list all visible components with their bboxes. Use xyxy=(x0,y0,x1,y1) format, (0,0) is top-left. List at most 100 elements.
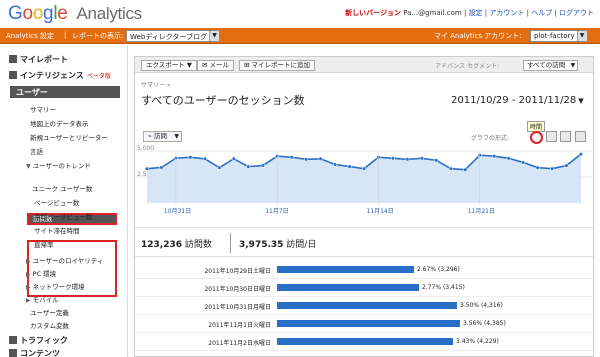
sidebar-intelligence[interactable]: インテリジェンス ベータ版 xyxy=(9,70,111,81)
data-point xyxy=(217,165,222,170)
google-analytics-logo[interactable]: Google Analytics xyxy=(8,3,142,25)
sidebar-item-mobile[interactable]: ▶ モバイル xyxy=(26,294,59,304)
row-bar xyxy=(277,302,457,309)
data-point xyxy=(492,154,497,159)
sidebar-item-browser-capabilities[interactable]: ▶ PC 環境 xyxy=(26,268,56,278)
data-point xyxy=(564,163,569,168)
sidebar-item-user-defined[interactable]: ユーザー定義 xyxy=(30,307,69,317)
chevron-down-icon: ▼ xyxy=(578,97,584,105)
header: Google Analytics 新しいバージョン Pa...@gmail.co… xyxy=(0,0,600,28)
add-to-dashboard-button[interactable]: ⊞ マイレポートに追加 xyxy=(239,60,316,71)
pie-view-icon[interactable] xyxy=(574,131,586,142)
help-link[interactable]: ヘルプ xyxy=(531,9,552,17)
logout-link[interactable]: ログアウト xyxy=(559,9,594,17)
x-tick-label: 10月31日 xyxy=(164,208,191,215)
email-button[interactable]: ✉ メール xyxy=(197,60,235,71)
row-value: 2.67% (3,296) xyxy=(417,266,460,273)
table-row[interactable]: 2011年11月1日火曜日 3.56% (4,385) xyxy=(135,315,593,333)
settings-link[interactable]: 設定 xyxy=(469,9,483,17)
triangle-right-icon: ▶ xyxy=(26,271,31,278)
sidebar-item-visitor-trending[interactable]: ▼ ユーザーのトレンド xyxy=(26,160,91,170)
data-point xyxy=(318,156,323,161)
data-point xyxy=(506,156,511,161)
x-tick-label: 11月7日 xyxy=(265,208,288,215)
logo-product: Analytics xyxy=(76,4,143,23)
data-point xyxy=(550,166,555,171)
segment-label: アドバンス セグメント: xyxy=(435,63,500,70)
row-value: 3.56% (4,385) xyxy=(463,320,506,327)
sidebar-item-bounce-rate[interactable]: 直帰率 xyxy=(34,239,54,249)
sidebar-item-new-vs-returning[interactable]: 新規ユーザーとリピーター xyxy=(30,132,108,142)
data-point xyxy=(188,155,193,160)
data-point xyxy=(405,157,410,162)
data-point xyxy=(361,166,367,171)
content-icon xyxy=(9,349,17,357)
data-point xyxy=(448,166,453,171)
table-row[interactable]: 2011年10月31日月曜日 3.50% (4,316) xyxy=(135,297,593,315)
sidebar-content[interactable]: コンテンツ xyxy=(9,348,60,357)
sidebar-item-summary[interactable]: サマリー xyxy=(30,104,56,114)
table-row[interactable]: 2011年10月30日日曜日 2.77% (3,415) xyxy=(135,279,593,297)
date-range-picker[interactable]: 2011/10/29 - 2011/11/28 ▼ xyxy=(451,95,584,106)
main-panel: エクスポート ▼ ✉ メール ⊞ マイレポートに追加 アドバンス セグメント: … xyxy=(134,56,594,357)
chevron-down-icon: ▼ xyxy=(209,31,220,41)
breadcrumb[interactable]: サマリー » xyxy=(141,80,171,89)
table-row[interactable]: 2011年10月29日土曜日 2.67% (3,296) xyxy=(135,261,593,279)
sidebar-item-network[interactable]: ▶ ネットワーク環境 xyxy=(26,281,85,291)
stats-summary: 123,236 訪問数 3,975.35 訪問/日 xyxy=(135,227,593,257)
table-view-icon[interactable] xyxy=(546,131,558,142)
top-links: 新しいバージョン Pa...@gmail.com | 設定 | アカウント | … xyxy=(345,9,594,17)
data-point xyxy=(390,156,395,161)
clock-icon[interactable] xyxy=(530,131,543,144)
series-area xyxy=(147,154,581,203)
sidebar-item-pageviews[interactable]: ページビュー数 xyxy=(34,197,79,207)
triangle-right-icon: ▶ xyxy=(26,258,31,265)
chevron-down-icon: ▼ xyxy=(174,133,179,140)
data-point xyxy=(347,164,352,169)
sidebar-users[interactable]: ユーザー xyxy=(10,86,120,98)
data-point xyxy=(231,156,236,161)
stats-divider xyxy=(230,233,231,253)
chevron-down-icon: ▼ xyxy=(570,62,576,69)
sidebar-traffic[interactable]: トラフィック xyxy=(9,335,68,346)
data-point xyxy=(333,162,338,167)
sidebar-item-languages[interactable]: 言語 xyxy=(30,146,43,156)
row-value: 2.77% (3,415) xyxy=(422,284,465,291)
list-view-icon[interactable] xyxy=(560,131,572,142)
new-version-link[interactable]: 新しいバージョン xyxy=(345,9,401,17)
chevron-down-icon: ▼ xyxy=(576,31,587,41)
account-select[interactable]: plot-factory ▼ xyxy=(530,30,588,42)
data-point xyxy=(246,164,251,169)
row-value: 3.50% (4,316) xyxy=(460,302,503,309)
toolbar: エクスポート ▼ ✉ メール ⊞ マイレポートに追加 アドバンス セグメント: … xyxy=(135,57,593,73)
sidebar-item-time-on-site[interactable]: サイト滞在時間 xyxy=(34,225,80,235)
analytics-settings-link[interactable]: Analytics 設定 xyxy=(6,31,54,41)
export-button[interactable]: エクスポート ▼ xyxy=(141,60,197,71)
mail-icon: ✉ xyxy=(202,61,208,69)
graph-format-label: グラフの形式: xyxy=(471,135,510,142)
sidebar-item-custom-variables[interactable]: カスタム変数 xyxy=(30,320,69,330)
data-point xyxy=(159,165,164,170)
profile-select[interactable]: Webディレクターブログ ▼ xyxy=(126,30,221,42)
sidebar-item-loyalty[interactable]: ▶ ユーザーのロイヤリティ xyxy=(26,255,103,265)
y-tick-label: 5,000 xyxy=(137,145,154,152)
visits-per-day: 3,975.35 訪問/日 xyxy=(239,240,317,250)
row-bar xyxy=(277,266,414,273)
table-row[interactable]: 2011年11月2日水曜日 3.43% (4,229) xyxy=(135,333,593,351)
segment-select[interactable]: すべての訪問 ▼ xyxy=(523,60,579,71)
total-visits: 123,236 訪問数 xyxy=(141,240,212,250)
chart-controls: ⌁ 訪問 ▼ グラフの形式: 時間 xyxy=(141,121,587,145)
sidebar-my-report[interactable]: マイレポート xyxy=(9,54,68,65)
x-tick-label: 11月14日 xyxy=(366,208,393,215)
sidebar-item-avg-pageviews[interactable]: 平均ページビュー数 xyxy=(34,211,92,221)
sidebar-item-unique-visitors[interactable]: ユニーク ユーザー数 xyxy=(32,183,92,193)
chart-svg: 5,0002,50010月31日 11月7日 11月14日 11月21日 xyxy=(135,145,593,215)
sidebar-item-map-overlay[interactable]: 地図上のデータ表示 xyxy=(30,118,89,128)
row-date: 2011年10月29日土曜日 xyxy=(204,268,271,275)
metric-select[interactable]: ⌁ 訪問 ▼ xyxy=(143,131,182,142)
visits-table: 2011年10月29日土曜日 2.67% (3,296) 2011年10月30日日曜… xyxy=(135,261,593,351)
account-link[interactable]: アカウント xyxy=(489,9,524,17)
user-email: Pa...@gmail.com xyxy=(403,9,462,17)
graph-format-icons xyxy=(530,131,587,144)
report-icon xyxy=(9,55,17,63)
